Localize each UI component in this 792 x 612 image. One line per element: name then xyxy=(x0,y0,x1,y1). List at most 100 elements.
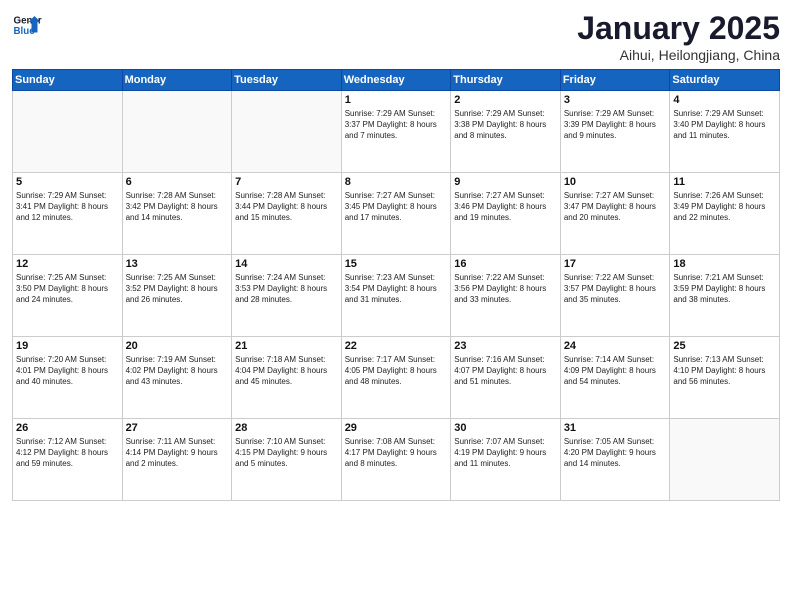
day-number: 1 xyxy=(345,94,448,106)
day-info: Sunrise: 7:14 AM Sunset: 4:09 PM Dayligh… xyxy=(564,354,667,388)
week-row-3: 12 Sunrise: 7:25 AM Sunset: 3:50 PM Dayli… xyxy=(13,255,780,337)
day-number: 27 xyxy=(126,422,229,434)
day-number: 14 xyxy=(235,258,338,270)
day-number: 26 xyxy=(16,422,119,434)
day-number: 24 xyxy=(564,340,667,352)
day-number: 25 xyxy=(673,340,776,352)
day-header-tuesday: Tuesday xyxy=(232,70,342,91)
day-number: 6 xyxy=(126,176,229,188)
calendar-cell: 27Sunrise: 7:11 AM Sunset: 4:14 PM Dayli… xyxy=(122,419,232,501)
calendar-cell: 19Sunrise: 7:20 AM Sunset: 4:01 PM Dayli… xyxy=(13,337,123,419)
logo-icon: General Blue xyxy=(12,10,42,40)
calendar-cell: 14 Sunrise: 7:24 AM Sunset: 3:53 PM Dayli… xyxy=(232,255,342,337)
calendar-cell xyxy=(13,91,123,173)
day-info: Sunrise: 7:27 AM Sunset: 3:45 PM Dayligh… xyxy=(345,190,448,224)
day-header-friday: Friday xyxy=(560,70,670,91)
day-info: Sunrise: 7:08 AM Sunset: 4:17 PM Dayligh… xyxy=(345,436,448,470)
day-number: 21 xyxy=(235,340,338,352)
calendar-cell xyxy=(122,91,232,173)
day-number: 18 xyxy=(673,258,776,270)
day-number: 30 xyxy=(454,422,557,434)
day-info: Sunrise: 7:24 AM Sunset: 3:53 PM Dayligh… xyxy=(235,272,338,306)
location: Aihui, Heilongjiang, China xyxy=(577,47,780,63)
day-number: 28 xyxy=(235,422,338,434)
day-info: Sunrise: 7:29 AM Sunset: 3:41 PM Dayligh… xyxy=(16,190,119,224)
week-row-4: 19Sunrise: 7:20 AM Sunset: 4:01 PM Dayli… xyxy=(13,337,780,419)
calendar-cell: 25 Sunrise: 7:13 AM Sunset: 4:10 PM Dayli… xyxy=(670,337,780,419)
day-number: 11 xyxy=(673,176,776,188)
day-info: Sunrise: 7:22 AM Sunset: 3:57 PM Dayligh… xyxy=(564,272,667,306)
calendar-cell: 7 Sunrise: 7:28 AM Sunset: 3:44 PM Daylig… xyxy=(232,173,342,255)
day-info: Sunrise: 7:07 AM Sunset: 4:19 PM Dayligh… xyxy=(454,436,557,470)
calendar-cell: 29Sunrise: 7:08 AM Sunset: 4:17 PM Dayli… xyxy=(341,419,451,501)
logo: General Blue xyxy=(12,10,42,40)
day-number: 8 xyxy=(345,176,448,188)
day-info: Sunrise: 7:18 AM Sunset: 4:04 PM Dayligh… xyxy=(235,354,338,388)
day-info: Sunrise: 7:27 AM Sunset: 3:46 PM Dayligh… xyxy=(454,190,557,224)
day-number: 2 xyxy=(454,94,557,106)
day-info: Sunrise: 7:28 AM Sunset: 3:44 PM Dayligh… xyxy=(235,190,338,224)
day-number: 17 xyxy=(564,258,667,270)
day-info: Sunrise: 7:12 AM Sunset: 4:12 PM Dayligh… xyxy=(16,436,119,470)
day-number: 22 xyxy=(345,340,448,352)
calendar-cell xyxy=(670,419,780,501)
day-number: 5 xyxy=(16,176,119,188)
month-title: January 2025 xyxy=(577,10,780,47)
day-info: Sunrise: 7:29 AM Sunset: 3:39 PM Dayligh… xyxy=(564,108,667,142)
calendar-cell: 28Sunrise: 7:10 AM Sunset: 4:15 PM Dayli… xyxy=(232,419,342,501)
day-info: Sunrise: 7:13 AM Sunset: 4:10 PM Dayligh… xyxy=(673,354,776,388)
header: General Blue January 2025 Aihui, Heilong… xyxy=(12,10,780,63)
calendar-cell: 11 Sunrise: 7:26 AM Sunset: 3:49 PM Dayli… xyxy=(670,173,780,255)
day-info: Sunrise: 7:21 AM Sunset: 3:59 PM Dayligh… xyxy=(673,272,776,306)
day-number: 13 xyxy=(126,258,229,270)
day-info: Sunrise: 7:23 AM Sunset: 3:54 PM Dayligh… xyxy=(345,272,448,306)
day-info: Sunrise: 7:22 AM Sunset: 3:56 PM Dayligh… xyxy=(454,272,557,306)
calendar-cell: 30 Sunrise: 7:07 AM Sunset: 4:19 PM Dayli… xyxy=(451,419,561,501)
day-number: 19 xyxy=(16,340,119,352)
calendar-cell: 23Sunrise: 7:16 AM Sunset: 4:07 PM Dayli… xyxy=(451,337,561,419)
calendar-cell: 16 Sunrise: 7:22 AM Sunset: 3:56 PM Dayli… xyxy=(451,255,561,337)
calendar-cell: 12 Sunrise: 7:25 AM Sunset: 3:50 PM Dayli… xyxy=(13,255,123,337)
calendar-cell: 22 Sunrise: 7:17 AM Sunset: 4:05 PM Dayli… xyxy=(341,337,451,419)
calendar-container: General Blue January 2025 Aihui, Heilong… xyxy=(0,0,792,612)
day-number: 3 xyxy=(564,94,667,106)
day-info: Sunrise: 7:26 AM Sunset: 3:49 PM Dayligh… xyxy=(673,190,776,224)
day-number: 31 xyxy=(564,422,667,434)
day-info: Sunrise: 7:17 AM Sunset: 4:05 PM Dayligh… xyxy=(345,354,448,388)
day-number: 23 xyxy=(454,340,557,352)
day-header-sunday: Sunday xyxy=(13,70,123,91)
day-number: 9 xyxy=(454,176,557,188)
week-row-2: 5 Sunrise: 7:29 AM Sunset: 3:41 PM Daylig… xyxy=(13,173,780,255)
day-info: Sunrise: 7:25 AM Sunset: 3:52 PM Dayligh… xyxy=(126,272,229,306)
calendar-cell: 1 Sunrise: 7:29 AM Sunset: 3:37 PM Daylig… xyxy=(341,91,451,173)
calendar-cell: 9 Sunrise: 7:27 AM Sunset: 3:46 PM Daylig… xyxy=(451,173,561,255)
calendar-cell: 17 Sunrise: 7:22 AM Sunset: 3:57 PM Dayli… xyxy=(560,255,670,337)
calendar-cell: 31Sunrise: 7:05 AM Sunset: 4:20 PM Dayli… xyxy=(560,419,670,501)
calendar-cell: 20Sunrise: 7:19 AM Sunset: 4:02 PM Dayli… xyxy=(122,337,232,419)
calendar-cell: 10Sunrise: 7:27 AM Sunset: 3:47 PM Dayli… xyxy=(560,173,670,255)
calendar-cell: 3 Sunrise: 7:29 AM Sunset: 3:39 PM Daylig… xyxy=(560,91,670,173)
calendar-table: SundayMondayTuesdayWednesdayThursdayFrid… xyxy=(12,69,780,501)
calendar-cell: 4Sunrise: 7:29 AM Sunset: 3:40 PM Daylig… xyxy=(670,91,780,173)
title-block: January 2025 Aihui, Heilongjiang, China xyxy=(577,10,780,63)
day-info: Sunrise: 7:19 AM Sunset: 4:02 PM Dayligh… xyxy=(126,354,229,388)
calendar-cell: 24 Sunrise: 7:14 AM Sunset: 4:09 PM Dayli… xyxy=(560,337,670,419)
day-header-saturday: Saturday xyxy=(670,70,780,91)
day-number: 12 xyxy=(16,258,119,270)
calendar-cell: 26 Sunrise: 7:12 AM Sunset: 4:12 PM Dayli… xyxy=(13,419,123,501)
day-number: 15 xyxy=(345,258,448,270)
day-header-monday: Monday xyxy=(122,70,232,91)
calendar-cell: 21 Sunrise: 7:18 AM Sunset: 4:04 PM Dayli… xyxy=(232,337,342,419)
day-number: 7 xyxy=(235,176,338,188)
calendar-cell: 15 Sunrise: 7:23 AM Sunset: 3:54 PM Dayli… xyxy=(341,255,451,337)
week-row-5: 26 Sunrise: 7:12 AM Sunset: 4:12 PM Dayli… xyxy=(13,419,780,501)
day-info: Sunrise: 7:29 AM Sunset: 3:38 PM Dayligh… xyxy=(454,108,557,142)
week-row-1: 1 Sunrise: 7:29 AM Sunset: 3:37 PM Daylig… xyxy=(13,91,780,173)
day-info: Sunrise: 7:25 AM Sunset: 3:50 PM Dayligh… xyxy=(16,272,119,306)
day-info: Sunrise: 7:27 AM Sunset: 3:47 PM Dayligh… xyxy=(564,190,667,224)
calendar-cell xyxy=(232,91,342,173)
day-header-thursday: Thursday xyxy=(451,70,561,91)
day-info: Sunrise: 7:29 AM Sunset: 3:37 PM Dayligh… xyxy=(345,108,448,142)
day-header-wednesday: Wednesday xyxy=(341,70,451,91)
day-number: 16 xyxy=(454,258,557,270)
